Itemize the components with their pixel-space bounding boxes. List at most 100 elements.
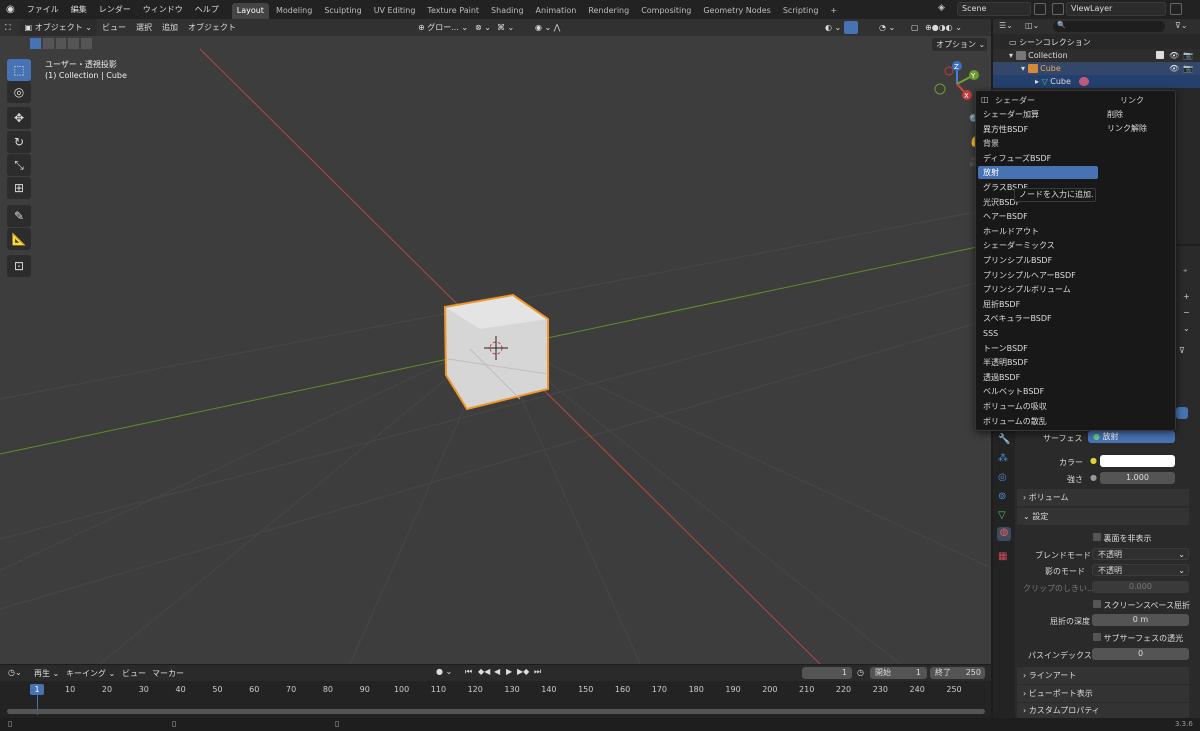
menu-item-shader[interactable]: トーンBSDF	[978, 342, 1098, 355]
surface-shader-field[interactable]: ● 放射	[1088, 431, 1175, 443]
tab-animation[interactable]: Animation	[531, 3, 582, 19]
menu-item-shader[interactable]: スペキュラーBSDF	[978, 312, 1098, 325]
modifier-tab-icon[interactable]: 🔧	[998, 434, 1010, 445]
shadow-mode-dropdown[interactable]: 不透明 ⌄	[1092, 564, 1189, 576]
scene-selector[interactable]: Scene	[957, 2, 1031, 16]
line-art-panel-header[interactable]: › ラインアート	[1017, 667, 1189, 684]
timeline-scrollbar[interactable]	[7, 709, 985, 714]
expand-cube-icon[interactable]: ▾	[1021, 64, 1025, 73]
menu-item-shader[interactable]: シェーダー加算	[978, 108, 1098, 121]
slot-specials-icon[interactable]: ⌄	[1183, 324, 1190, 333]
visibility-icon[interactable]: ◐ ⌄	[820, 19, 846, 36]
select-box-tool[interactable]: ⬚	[7, 59, 31, 81]
custom-props-panel-header[interactable]: › カスタムプロパティ	[1017, 703, 1189, 718]
measure-tool[interactable]: 📐	[7, 228, 31, 250]
menu-item-shader[interactable]: 屈折BSDF	[978, 298, 1098, 311]
add-cube-tool[interactable]: ⊡	[7, 255, 31, 277]
menu-view[interactable]: ビュー	[97, 19, 131, 36]
menu-item-shader[interactable]: ベルベットBSDF	[978, 385, 1098, 398]
menu-item-shader[interactable]: ヘアーBSDF	[978, 210, 1098, 223]
menu-item-shader[interactable]: 放射	[978, 166, 1098, 180]
menu-item-shader[interactable]: ボリュームの散乱	[978, 415, 1098, 428]
menu-item-shader[interactable]: 背景	[978, 137, 1098, 150]
material-slot-field[interactable]	[1176, 407, 1188, 419]
screen-space-refraction-checkbox[interactable]: スクリーンスペース屈折	[1093, 600, 1190, 611]
options-dropdown[interactable]: オプション ⌄	[932, 38, 987, 51]
strength-field[interactable]: 1.000	[1100, 472, 1175, 484]
viewport-display-panel-header[interactable]: › ビューポート表示	[1017, 685, 1189, 702]
select-modes-icon[interactable]	[30, 38, 92, 49]
outliner-row-mesh[interactable]: ▸ ▽ Cube	[993, 75, 1200, 88]
menu-item-shader[interactable]: 異方性BSDF	[978, 123, 1098, 136]
add-slot-icon[interactable]: +	[1183, 292, 1190, 301]
pin-icon[interactable]: ⌖	[1183, 266, 1188, 276]
menu-item-shader[interactable]: プリンシプルヘアーBSDF	[978, 269, 1098, 282]
tab-texture-paint[interactable]: Texture Paint	[422, 3, 484, 19]
viewlayer-icon[interactable]	[1052, 3, 1064, 15]
color-swatch[interactable]	[1100, 455, 1175, 467]
physics-tab-icon[interactable]: ◎	[998, 472, 1007, 483]
menu-item-shader[interactable]: 透過BSDF	[978, 371, 1098, 384]
rotate-tool[interactable]: ↻	[7, 131, 31, 153]
menu-item-shader[interactable]: シェーダーミックス	[978, 239, 1098, 252]
menu-item-unlink[interactable]: リンク解除	[1102, 122, 1172, 135]
tab-rendering[interactable]: Rendering	[583, 3, 634, 19]
settings-panel-header[interactable]: ⌄ 設定	[1017, 508, 1189, 525]
constraints-tab-icon[interactable]: ⊚	[998, 491, 1006, 502]
transform-orientation[interactable]: ⊕ グロー... ⌄	[413, 19, 473, 36]
outliner-search-input[interactable]: 🔍	[1053, 21, 1165, 32]
menu-item-shader[interactable]: ディフューズBSDF	[978, 152, 1098, 165]
proportional-edit-icon[interactable]: ◉ ⌄ ⋀	[530, 19, 565, 36]
menu-item-shader[interactable]: プリンシプルBSDF	[978, 254, 1098, 267]
menu-add[interactable]: 追加	[157, 19, 183, 36]
shading-modes-icon[interactable]: ⊕●◑◐ ⌄	[920, 19, 967, 36]
tab-modeling[interactable]: Modeling	[271, 3, 317, 19]
menu-help[interactable]: ヘルプ	[189, 0, 225, 19]
particles-tab-icon[interactable]: ⁂	[998, 453, 1008, 464]
expand-mesh-icon[interactable]: ▸	[1035, 77, 1039, 86]
menu-select[interactable]: 選択	[131, 19, 157, 36]
annotate-tool[interactable]: ✎	[7, 205, 31, 227]
mode-selector[interactable]: ▣ オブジェクト ⌄	[19, 19, 97, 36]
overlay-icon[interactable]: ◔ ⌄	[874, 19, 900, 36]
exclude-checkbox[interactable]	[1156, 51, 1164, 59]
viewlayer-copy-icon[interactable]	[1170, 3, 1182, 15]
backface-checkbox[interactable]: 裏面を非表示	[1093, 533, 1152, 544]
menu-file[interactable]: ファイル	[21, 0, 65, 19]
menu-item-remove[interactable]: 削除	[1102, 108, 1172, 121]
volume-panel-header[interactable]: › ボリューム	[1017, 489, 1189, 506]
menu-edit[interactable]: 編集	[65, 0, 93, 19]
blender-logo-icon[interactable]: ◉	[0, 0, 21, 19]
snap-icon[interactable]: ⌘ ⌄	[492, 19, 519, 36]
scale-tool[interactable]: ⤡	[7, 154, 31, 176]
visibility-eye-icon[interactable]: 👁	[1169, 49, 1179, 62]
gizmo-toggle-icon[interactable]	[844, 21, 858, 34]
cube-render-camera-icon[interactable]: 📷	[1183, 62, 1193, 75]
outliner-row-scene-collection[interactable]: ▭ シーンコレクション	[993, 36, 1200, 49]
tab-compositing[interactable]: Compositing	[636, 3, 696, 19]
expand-collection-icon[interactable]: ▾	[1009, 51, 1013, 60]
tab-uv-editing[interactable]: UV Editing	[369, 3, 421, 19]
render-camera-icon[interactable]: 📷	[1183, 49, 1193, 62]
menu-item-shader[interactable]: SSS	[978, 327, 1098, 340]
menu-render[interactable]: レンダー	[93, 0, 137, 19]
browse-material-icon[interactable]: ⊽	[1179, 346, 1185, 355]
outliner-row-cube[interactable]: ▾ Cube 👁 📷	[993, 62, 1200, 75]
outliner-row-collection[interactable]: ▾ Collection 👁 📷	[993, 49, 1200, 62]
remove-slot-icon[interactable]: −	[1183, 308, 1190, 317]
tab-sculpting[interactable]: Sculpting	[319, 3, 366, 19]
transform-tool[interactable]: ⊞	[7, 177, 31, 199]
object-data-tab-icon[interactable]: ▽	[998, 510, 1006, 521]
subsurface-translucency-checkbox[interactable]: サブサーフェスの透光	[1093, 633, 1183, 644]
add-workspace-button[interactable]: +	[825, 3, 842, 19]
3d-viewport[interactable]: ⛶ ▣ オブジェクト ⌄ ビュー 選択 追加 オブジェクト ⊕ グロー... ⌄…	[0, 19, 991, 664]
menu-item-shader[interactable]: 半透明BSDF	[978, 356, 1098, 369]
material-tab-icon[interactable]: ◍	[997, 527, 1011, 541]
scene-copy-icon[interactable]	[1034, 3, 1046, 15]
texture-tab-icon[interactable]: ▦	[998, 551, 1007, 562]
refraction-depth-field[interactable]: 0 m	[1092, 614, 1189, 626]
tab-shading[interactable]: Shading	[486, 3, 529, 19]
menu-window[interactable]: ウィンドウ	[137, 0, 189, 19]
scene-icon[interactable]: ◈	[938, 3, 945, 13]
move-tool[interactable]: ✥	[7, 107, 31, 129]
